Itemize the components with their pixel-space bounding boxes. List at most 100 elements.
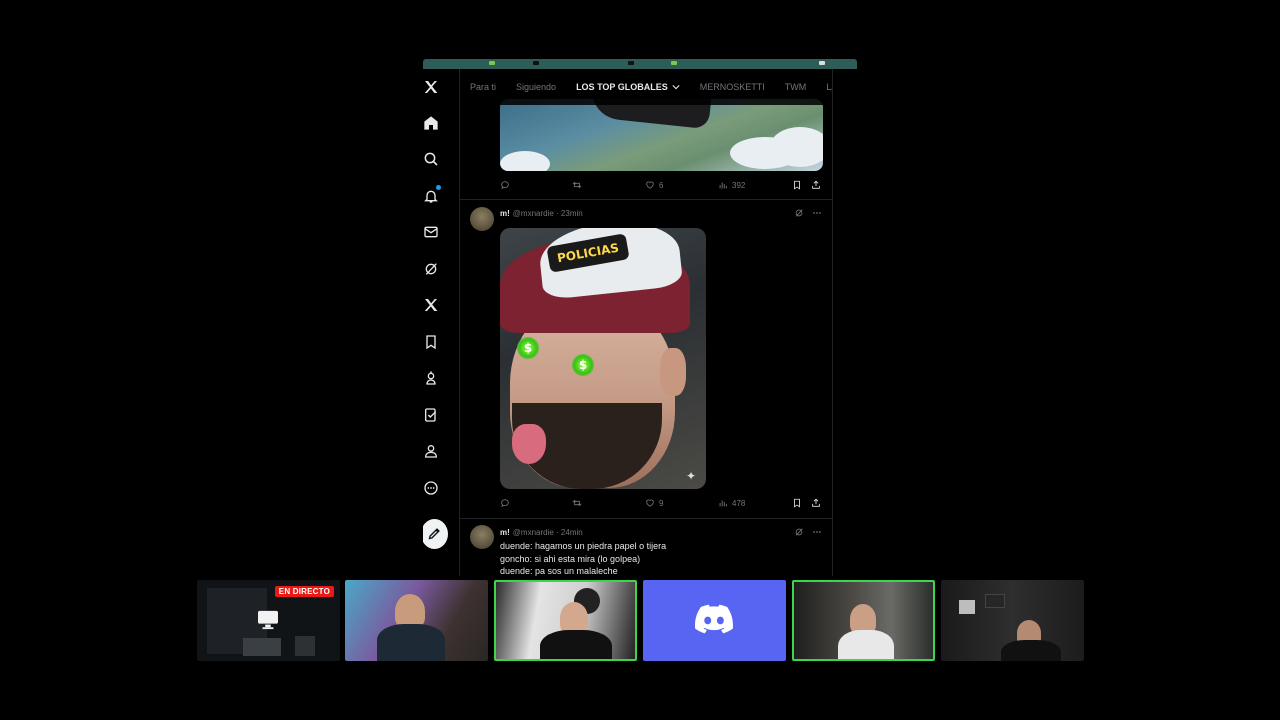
bookmark-button[interactable] [792,180,802,190]
views-icon [719,500,727,507]
tweet-text-line: duende: pa sos un malaleche [500,566,618,576]
tweet-time[interactable]: 23min [561,209,583,218]
tab-favicon [628,61,634,65]
webcam-tile[interactable] [345,580,488,661]
tweet-header-actions [794,208,822,218]
tab-favicon [671,61,677,65]
more-options-icon[interactable] [812,527,822,537]
view-count: 478 [732,498,746,508]
participant-head [395,594,425,628]
author-name[interactable]: m! [500,528,510,537]
discord-logo-icon [695,604,733,634]
grok-icon[interactable] [794,208,804,218]
more-options-icon[interactable] [812,208,822,218]
tweet-header-actions [794,527,822,537]
author-handle[interactable]: @mxnardie [513,209,554,218]
x-logo-icon[interactable] [423,79,439,95]
dollar-eye-left: $ [517,337,539,359]
author-name[interactable]: m! [500,209,510,218]
avatar[interactable] [470,525,494,549]
tweet-header: m! @mxnardie · 23min [500,209,583,218]
repost-icon [572,181,582,189]
reply-button[interactable] [500,498,510,508]
tab-label: TWM [784,82,807,92]
tweet-header: m! @mxnardie · 24min [500,528,583,537]
grok-icon[interactable] [423,261,439,277]
post-button[interactable] [423,519,448,549]
cloud-illustration [500,151,550,171]
home-icon[interactable] [423,115,439,131]
share-button[interactable] [811,498,821,508]
monitor-in-background [959,600,975,614]
tweet-text-line: duende: hagamos un piedra papel o tijera [500,541,667,551]
live-badge: EN DIRECTO [274,586,334,597]
webcam-tile[interactable] [941,580,1084,661]
participant-body [1001,640,1061,661]
webcam-tile-selected[interactable] [792,580,935,661]
repost-button[interactable] [572,180,582,190]
profile-icon[interactable] [423,443,439,459]
tweet-actions: 6 392 [500,180,823,194]
participant-body [540,630,612,659]
x-app-window: Para ti Siguiendo LOS TOP GLOBALES MERNO… [423,69,833,576]
ear-illustration [660,348,686,396]
discord-tile[interactable] [643,580,786,661]
shared-screen-thumbnail [295,636,315,656]
author-handle[interactable]: @mxnardie [513,528,554,537]
tweet-media-image[interactable] [500,99,823,171]
views-button[interactable]: 478 [718,498,745,508]
tab-mernosketti[interactable]: MERNOSKETTI [700,82,765,92]
views-button[interactable]: 392 [718,180,745,190]
dollar-eye-right: $ [572,354,594,376]
tab-twm[interactable]: TWM [785,82,807,92]
tab-favicon [533,61,539,65]
screen-share-tile[interactable]: EN DIRECTO [197,580,340,661]
search-icon[interactable] [423,151,439,167]
tab-label: MERNOSKETTI [699,82,765,92]
bookmark-icon [794,498,800,508]
repost-icon [572,499,582,507]
timeline-tabs: Para ti Siguiendo LOS TOP GLOBALES MERNO… [460,69,832,105]
notification-badge [435,184,442,191]
premium-x-icon[interactable] [423,297,439,313]
bookmark-icon [794,180,800,190]
verified-orgs-icon[interactable] [423,407,439,423]
compose-icon [428,528,440,540]
tab-la[interactable]: LA [826,82,832,92]
stream-participant-strip: EN DIRECTO [197,580,1084,661]
grok-icon[interactable] [794,527,804,537]
avatar[interactable] [470,207,494,231]
like-button[interactable]: 9 [645,498,663,508]
more-icon[interactable] [423,480,439,496]
bookmarks-icon[interactable] [423,334,439,350]
share-button[interactable] [811,180,821,190]
tweet-divider [460,199,832,200]
tab-label: LOS TOP GLOBALES [576,82,668,92]
share-icon [812,180,820,189]
repost-button[interactable] [572,498,582,508]
tab-los-top-globales[interactable]: LOS TOP GLOBALES [576,82,680,92]
timeline-column: Para ti Siguiendo LOS TOP GLOBALES MERNO… [459,69,833,576]
view-count: 392 [732,180,746,190]
share-icon [812,498,820,507]
bookmark-button[interactable] [792,498,802,508]
participant-body [838,630,894,659]
webcam-tile-selected[interactable] [494,580,637,661]
tab-siguiendo[interactable]: Siguiendo [516,82,556,92]
notifications-icon[interactable] [423,184,442,204]
tab-para-ti[interactable]: Para ti [470,82,496,92]
tweet-divider [460,518,832,519]
tweet-media-image[interactable]: POLICIAS $ $ ✦ [500,228,706,489]
cloud-illustration [770,127,823,167]
communities-icon[interactable] [423,370,439,386]
like-count: 9 [659,498,664,508]
heart-icon [646,499,654,507]
like-button[interactable]: 6 [645,180,663,190]
monitor-in-background [985,594,1005,608]
tweet-text: duende: hagamos un piedra papel o tijera… [500,540,666,576]
heart-icon [646,181,654,189]
messages-icon[interactable] [423,224,439,240]
tweet-time[interactable]: 24min [561,528,583,537]
reply-button[interactable] [500,180,510,190]
tab-label: Siguiendo [516,82,557,92]
